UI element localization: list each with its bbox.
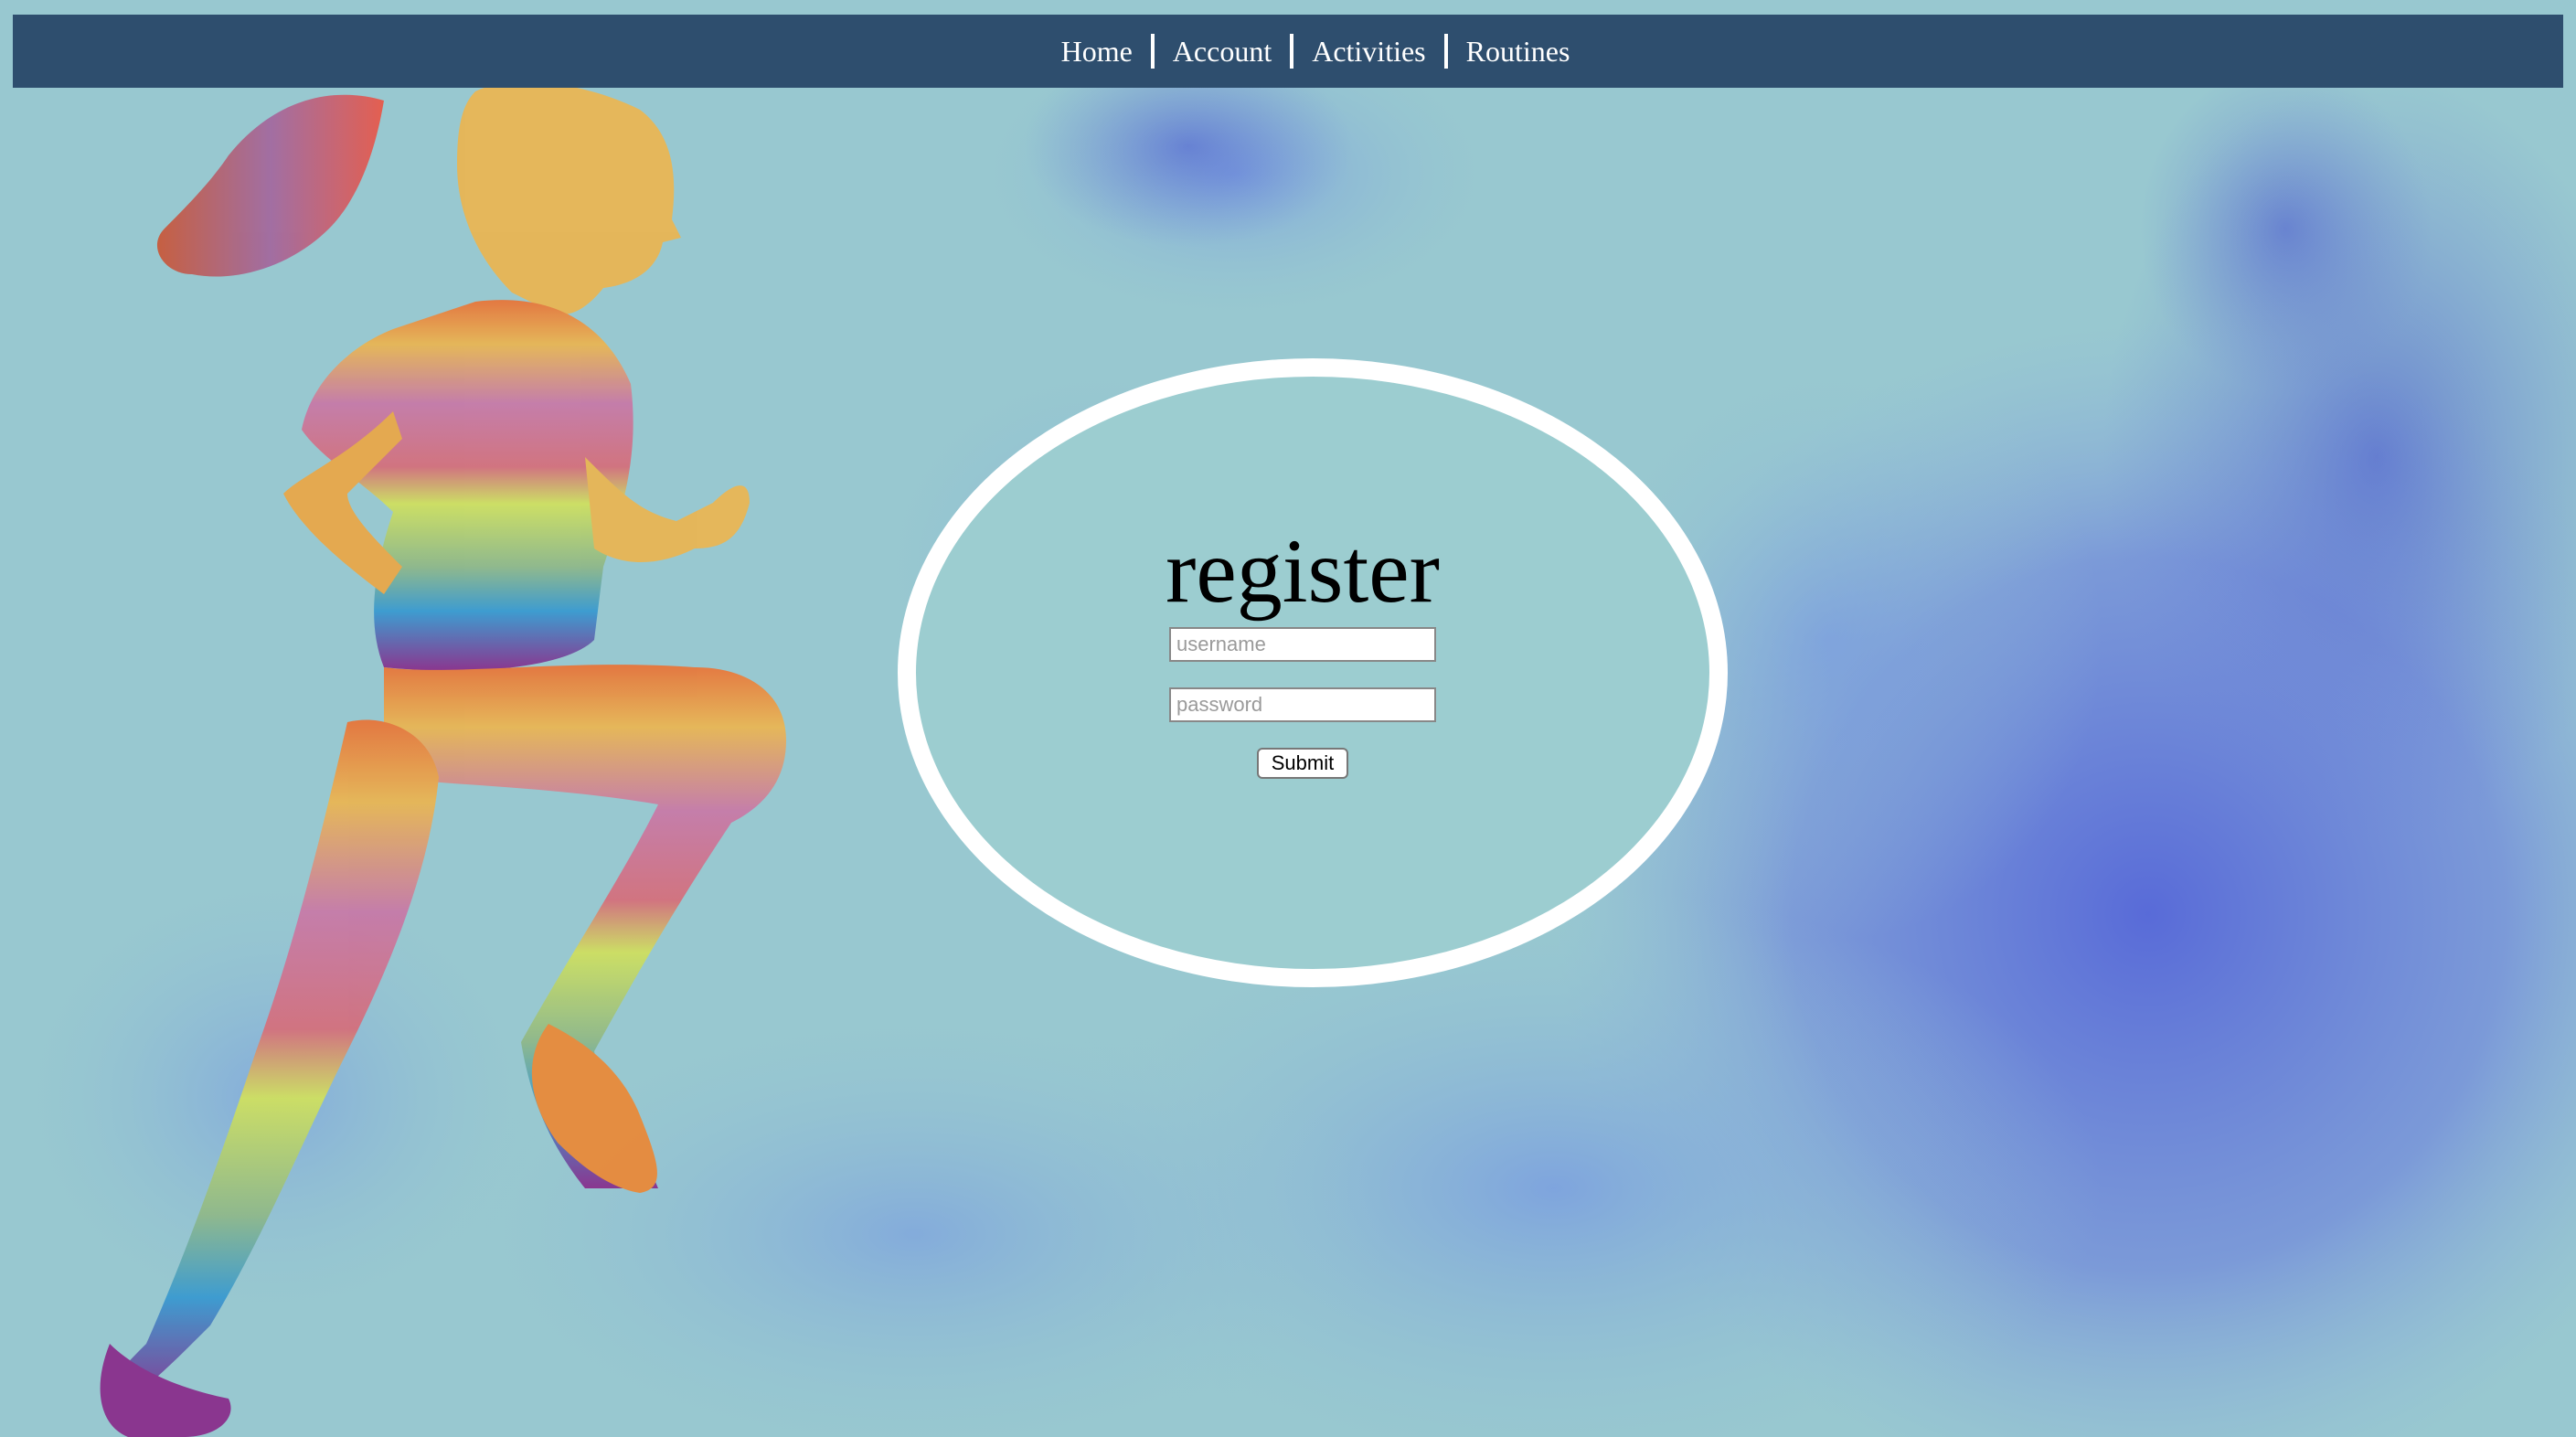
- nav-activities-link[interactable]: Activities: [1293, 33, 1443, 69]
- nav-routines-link[interactable]: Routines: [1448, 33, 1589, 69]
- submit-button[interactable]: Submit: [1256, 748, 1349, 779]
- register-form: register Submit: [1079, 521, 1527, 779]
- password-input[interactable]: [1169, 687, 1436, 722]
- nav-home-link[interactable]: Home: [1043, 33, 1151, 69]
- nav-links: Home Account Activities Routines: [1043, 33, 1589, 69]
- register-title: register: [1166, 520, 1440, 622]
- page: Home Account Activities Routines registe…: [0, 0, 2576, 1437]
- nav-account-link[interactable]: Account: [1155, 33, 1290, 69]
- top-navbar: Home Account Activities Routines: [13, 15, 2563, 88]
- username-input[interactable]: [1169, 627, 1436, 662]
